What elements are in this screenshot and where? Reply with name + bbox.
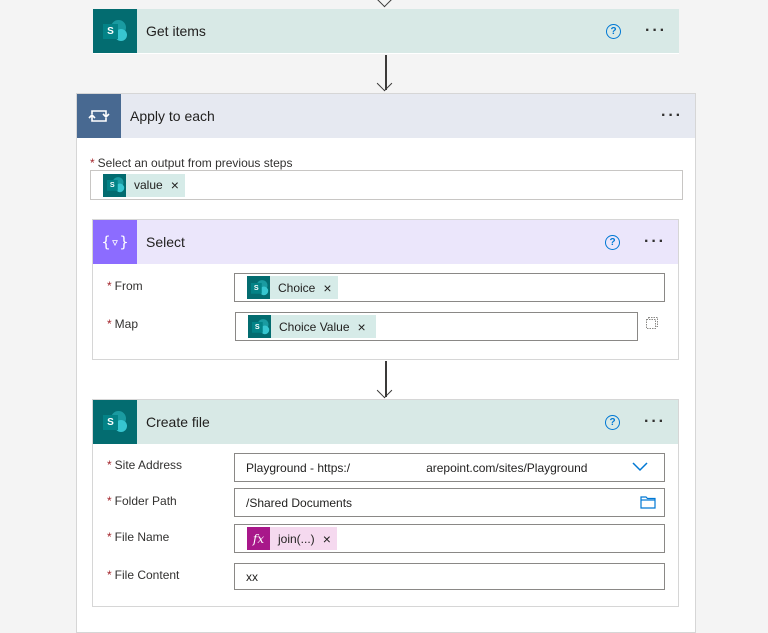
remove-token-icon[interactable]: × (358, 320, 366, 334)
flow-arrow (376, 361, 396, 399)
map-label: * Map (107, 317, 139, 331)
file-name-field[interactable]: fx join(...) × (234, 524, 665, 553)
site-address-value-right: arepoint.com/sites/Playground (426, 460, 588, 475)
sharepoint-icon: S (93, 9, 137, 53)
help-icon[interactable]: ? (605, 414, 621, 430)
apply-to-each-header[interactable]: Apply to each ··· (77, 94, 695, 138)
remove-token-icon[interactable]: × (171, 178, 179, 192)
remove-token-icon[interactable]: × (323, 532, 331, 546)
more-icon[interactable]: ··· (644, 234, 666, 250)
apply-to-each-title: Apply to each (130, 108, 215, 124)
sharepoint-icon: S (93, 400, 137, 444)
get-items-card[interactable]: S Get items ? ··· (93, 9, 679, 54)
map-field[interactable]: S Choice Value × (235, 312, 638, 341)
copy-icon[interactable] (645, 316, 659, 330)
chevron-down-icon[interactable] (632, 461, 648, 475)
output-label: * Select an output from previous steps (90, 156, 293, 170)
select-card[interactable]: {▿} Select ? ··· * From S Choice × * Map S… (92, 219, 679, 360)
data-operation-icon: {▿} (93, 220, 137, 264)
join-expression-token[interactable]: fx join(...) × (247, 527, 337, 550)
flow-arrow (376, 55, 396, 92)
select-title: Select (146, 234, 185, 250)
function-icon: fx (247, 527, 270, 550)
sharepoint-icon: S (247, 276, 270, 299)
choice-value-token[interactable]: S Choice Value × (248, 315, 376, 338)
from-label: * From (107, 279, 143, 293)
site-address-label: * Site Address (107, 458, 183, 472)
site-address-dropdown[interactable]: Playground - https:/ arepoint.com/sites/… (234, 453, 665, 482)
help-icon[interactable]: ? (605, 234, 621, 250)
more-icon[interactable]: ··· (645, 23, 667, 39)
more-icon[interactable]: ··· (661, 108, 683, 124)
create-file-title: Create file (146, 414, 210, 430)
create-file-card[interactable]: S Create file ? ··· * Site Address Playgr… (92, 399, 679, 607)
value-token[interactable]: S value × (103, 173, 185, 197)
folder-path-value: /Shared Documents (246, 495, 353, 510)
get-items-title: Get items (146, 23, 206, 39)
loop-icon (77, 94, 121, 138)
sharepoint-icon: S (248, 315, 271, 338)
remove-token-icon[interactable]: × (323, 281, 331, 295)
select-header[interactable]: {▿} Select ? ··· (93, 220, 678, 264)
output-field[interactable]: S value × (90, 170, 683, 200)
sharepoint-icon: S (103, 173, 126, 197)
file-content-value: xx (246, 569, 258, 584)
create-file-header[interactable]: S Create file ? ··· (93, 400, 678, 444)
file-content-label: * File Content (107, 568, 180, 582)
choice-token[interactable]: S Choice × (247, 276, 338, 299)
site-address-value-left: Playground - https:/ (246, 460, 351, 475)
folder-path-label: * Folder Path (107, 494, 177, 508)
get-items-header[interactable]: S Get items ? ··· (93, 9, 679, 53)
file-name-label: * File Name (107, 530, 170, 544)
folder-icon[interactable] (640, 495, 656, 512)
folder-path-field[interactable]: /Shared Documents (234, 488, 665, 517)
help-icon[interactable]: ? (606, 23, 622, 39)
from-field[interactable]: S Choice × (234, 273, 665, 302)
file-content-field[interactable]: xx (234, 563, 665, 590)
more-icon[interactable]: ··· (644, 414, 666, 430)
